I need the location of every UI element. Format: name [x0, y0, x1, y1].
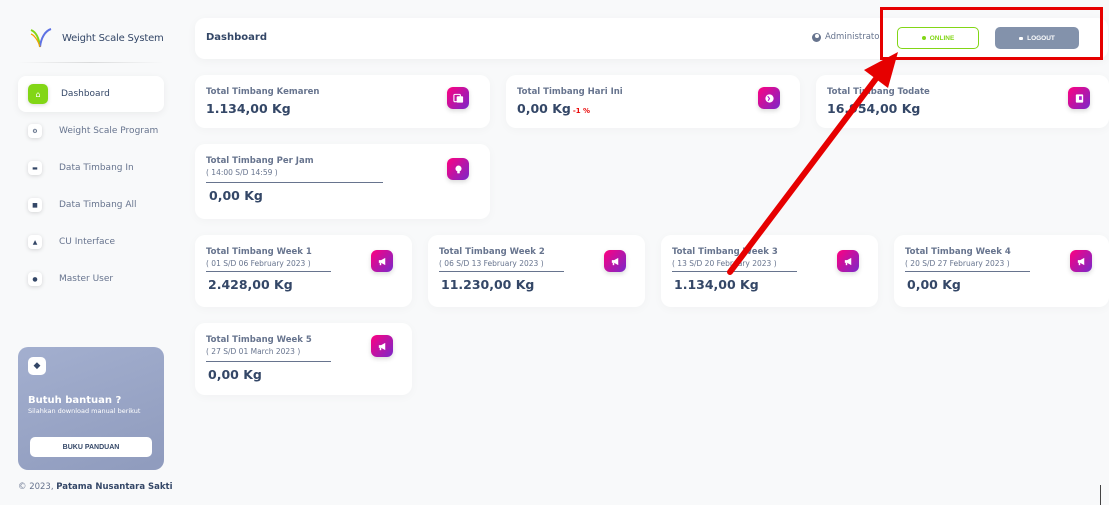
home-icon: ⌂ — [28, 84, 48, 104]
user-icon: ● — [28, 272, 42, 286]
leaf-logo-icon — [30, 28, 52, 48]
help-card: ◆ Butuh bantuan ? Silahkan download manu… — [18, 347, 164, 470]
sidebar-item-master-user[interactable]: ● Master User — [18, 261, 164, 297]
card-label: Total Timbang Week 4 — [905, 247, 1011, 257]
sidebar-item-label: Data Timbang In — [59, 163, 134, 173]
bulb-icon — [447, 158, 469, 180]
brand-divider — [18, 62, 163, 63]
card-label: Total Timbang Per Jam — [206, 156, 314, 166]
card-total-week-3: Total Timbang Week 3 ( 13 S/D 20 Februar… — [661, 235, 878, 307]
card-range: ( 14:00 S/D 14:59 ) — [206, 168, 278, 177]
sidebar-nav: ⌂ Dashboard ⚙ Weight Scale Program ▬ Dat… — [18, 76, 164, 298]
card-value: 1.134,00 Kg — [674, 277, 759, 292]
card-value: 0,00 Kg — [208, 367, 262, 382]
card-total-hari-ini: Total Timbang Hari Ini 0,00 Kg -1 % — [506, 75, 800, 128]
footer: © 2023, Patama Nusantara Sakti — [18, 482, 173, 492]
card-value: 16.954,00 Kg — [827, 101, 921, 116]
user-name: Administrator — [825, 32, 883, 42]
card-label: Total Timbang Week 1 — [206, 247, 312, 257]
card-divider — [672, 271, 797, 272]
card-range: ( 06 S/D 13 February 2023 ) — [439, 259, 544, 268]
card-label: Total Timbang Week 5 — [206, 335, 312, 345]
document-icon — [447, 87, 469, 109]
card-change: -1 % — [572, 107, 591, 115]
diamond-icon: ◆ — [28, 357, 46, 375]
manual-download-button[interactable]: BUKU PANDUAN — [30, 437, 152, 457]
footer-prefix: © 2023, — [18, 482, 54, 492]
card-range: ( 01 S/D 06 February 2023 ) — [206, 259, 311, 268]
sidebar-item-data-timbang-in[interactable]: ▬ Data Timbang In — [18, 150, 164, 186]
card-value: 2.428,00 Kg — [208, 277, 293, 292]
card-value: 0,00 Kg — [907, 277, 961, 292]
card-value: 1.134,00 Kg — [206, 101, 291, 116]
brand-name: Weight Scale System — [62, 32, 164, 44]
sidebar-item-weight-scale-program[interactable]: ⚙ Weight Scale Program — [18, 113, 164, 149]
card-divider — [206, 361, 331, 362]
card-total-per-jam: Total Timbang Per Jam ( 14:00 S/D 14:59 … — [195, 144, 490, 219]
card-range: ( 20 S/D 27 February 2023 ) — [905, 259, 1010, 268]
truck-icon: ▬ — [28, 161, 42, 175]
card-divider — [905, 271, 1030, 272]
scrollbar-corner[interactable] — [1100, 485, 1109, 505]
cart-icon — [1068, 87, 1090, 109]
megaphone-icon — [1070, 250, 1092, 272]
card-divider — [206, 182, 383, 183]
megaphone-icon — [371, 335, 393, 357]
card-range: ( 27 S/D 01 March 2023 ) — [206, 347, 301, 356]
sidebar-item-label: Master User — [59, 274, 114, 284]
user-circle-icon — [812, 32, 821, 42]
annotation-highlight-box — [880, 7, 1103, 60]
sidebar-item-cu-interface[interactable]: ▲ CU Interface — [18, 224, 164, 260]
card-label: Total Timbang Todate — [827, 87, 930, 97]
card-value: 0,00 Kg — [209, 188, 263, 203]
sidebar-item-label: Data Timbang All — [59, 200, 137, 210]
card-total-todate: Total Timbang Todate 16.954,00 Kg — [816, 75, 1109, 128]
card-label: Total Timbang Hari Ini — [517, 87, 623, 97]
footer-company: Patama Nusantara Sakti — [56, 482, 173, 492]
sidebar-item-data-timbang-all[interactable]: ■ Data Timbang All — [18, 187, 164, 223]
help-title: Butuh bantuan ? — [28, 395, 122, 406]
megaphone-icon — [604, 250, 626, 272]
card-total-kemaren: Total Timbang Kemaren 1.134,00 Kg — [195, 75, 490, 128]
sidebar: Weight Scale System ⌂ Dashboard ⚙ Weight… — [0, 0, 175, 505]
megaphone-icon — [837, 250, 859, 272]
brand[interactable]: Weight Scale System — [28, 26, 164, 50]
card-label: Total Timbang Week 2 — [439, 247, 545, 257]
card-value: 0,00 Kg -1 % — [517, 101, 590, 116]
globe-icon — [758, 87, 780, 109]
card-total-week-5: Total Timbang Week 5 ( 27 S/D 01 March 2… — [195, 323, 412, 395]
settings-icon: ⚙ — [28, 124, 42, 138]
user-menu[interactable]: Administrator — [812, 32, 883, 42]
help-subtitle: Silahkan download manual berikut — [28, 407, 141, 415]
car-icon: ▲ — [28, 235, 42, 249]
sidebar-item-label: CU Interface — [59, 237, 116, 247]
lock-icon: ■ — [28, 198, 42, 212]
card-total-week-4: Total Timbang Week 4 ( 20 S/D 27 Februar… — [894, 235, 1109, 307]
card-range: ( 13 S/D 20 February 2023 ) — [672, 259, 777, 268]
card-value-text: 0,00 Kg — [517, 101, 571, 116]
page-title: Dashboard — [206, 32, 267, 43]
card-divider — [439, 271, 564, 272]
megaphone-icon — [371, 250, 393, 272]
card-value: 11.230,00 Kg — [441, 277, 535, 292]
card-total-week-1: Total Timbang Week 1 ( 01 S/D 06 Februar… — [195, 235, 412, 307]
card-label: Total Timbang Week 3 — [672, 247, 778, 257]
card-divider — [206, 271, 331, 272]
card-total-week-2: Total Timbang Week 2 ( 06 S/D 13 Februar… — [428, 235, 645, 307]
sidebar-item-label: Weight Scale Program — [59, 126, 159, 136]
sidebar-item-label: Dashboard — [61, 89, 110, 99]
sidebar-item-dashboard[interactable]: ⌂ Dashboard — [18, 76, 164, 112]
card-label: Total Timbang Kemaren — [206, 87, 320, 97]
